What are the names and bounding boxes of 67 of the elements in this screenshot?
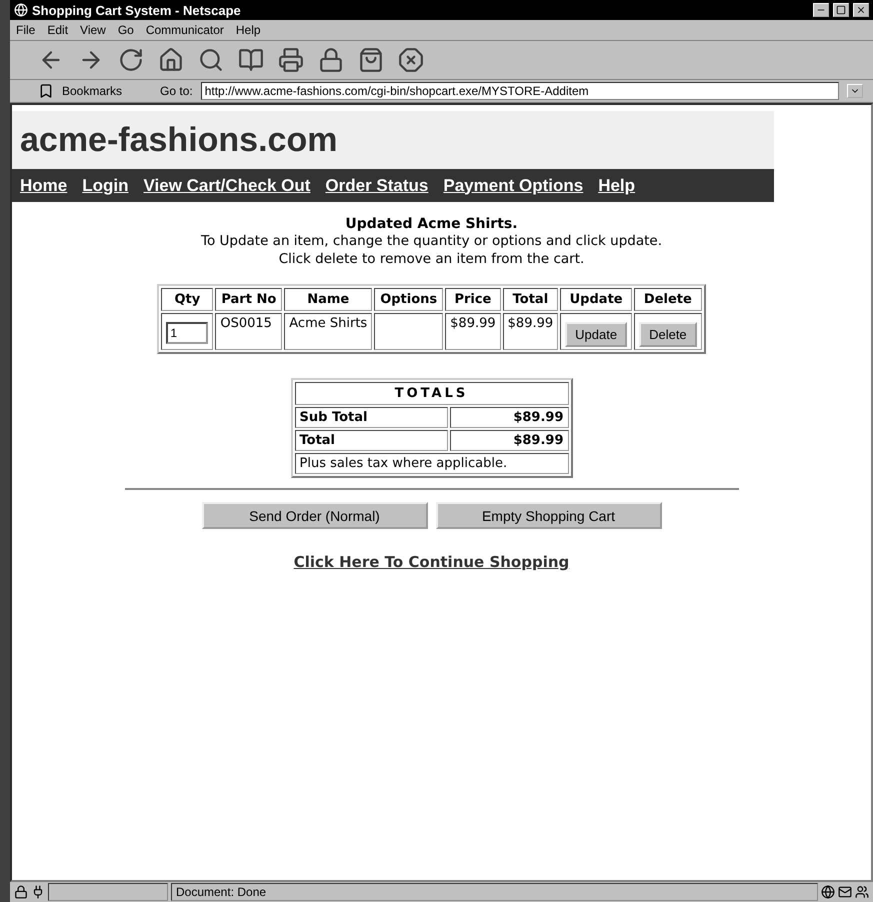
table-cell: Acme Shirts — [284, 313, 372, 350]
nav-link[interactable]: Payment Options — [443, 176, 584, 196]
close-icon — [856, 5, 866, 15]
bookmark-icon[interactable] — [38, 83, 54, 99]
maximize-icon — [836, 5, 846, 15]
bag-icon[interactable] — [358, 47, 384, 73]
table-cell — [374, 313, 444, 350]
totals-title: TOTALS — [294, 382, 568, 405]
empty-cart-button[interactable]: Empty Shopping Cart — [436, 502, 662, 529]
plug-icon — [31, 885, 45, 899]
book-icon[interactable] — [238, 47, 264, 73]
nav-link[interactable]: Login — [82, 176, 128, 196]
menu-item[interactable]: Edit — [47, 23, 68, 37]
lock-icon[interactable] — [318, 47, 344, 73]
people-icon[interactable] — [855, 885, 869, 899]
table-cell: $89.99 — [445, 313, 501, 350]
window-title: Shopping Cart System - Netscape — [32, 2, 242, 18]
print-icon[interactable] — [278, 47, 304, 73]
bookmarks-button[interactable]: Bookmarks — [62, 84, 122, 98]
column-header: Price — [445, 288, 501, 311]
menu-item[interactable]: Help — [236, 23, 261, 37]
continue-shopping-link[interactable]: Click Here To Continue Shopping — [294, 553, 570, 571]
message-text: To Update an item, change the quantity or options and click update. — [201, 232, 662, 250]
column-header: Part No — [215, 288, 282, 311]
send-order-button[interactable]: Send Order (Normal) — [202, 502, 428, 529]
column-header: Qty — [161, 288, 214, 311]
menu-item[interactable]: Go — [118, 23, 134, 37]
home-icon[interactable] — [158, 47, 184, 73]
lock-icon[interactable] — [14, 885, 28, 899]
nav-link[interactable]: Home — [20, 176, 68, 196]
status-text: Document: Done — [171, 883, 818, 901]
nav-link[interactable]: Help — [598, 176, 636, 196]
minimize-button[interactable] — [813, 3, 829, 17]
goto-label: Go to: — [160, 84, 193, 98]
message-title: Updated Acme Shirts. — [345, 216, 518, 232]
stop-icon[interactable] — [398, 47, 424, 73]
delete-button[interactable]: Delete — [639, 322, 697, 347]
quantity-field[interactable]: 1 — [166, 322, 208, 344]
mail-icon[interactable] — [838, 885, 852, 899]
menu-item[interactable]: View — [80, 23, 106, 37]
app-icon — [14, 3, 28, 17]
nav-link[interactable]: Order Status — [325, 176, 428, 196]
totals-label: Sub Total — [294, 407, 448, 428]
column-header: Name — [284, 288, 372, 311]
column-header: Options — [374, 288, 444, 311]
column-header: Update — [560, 288, 632, 311]
tax-note: Plus sales tax where applicable. — [294, 453, 568, 474]
reload-icon[interactable] — [118, 47, 144, 73]
table-cell: OS0015 — [215, 313, 282, 350]
maximize-button[interactable] — [833, 3, 849, 17]
url-field[interactable]: http://www.acme-fashions.com/cgi-bin/shopcart.exe/MYSTORE-Additem — [200, 82, 839, 100]
totals-value: $89.99 — [450, 430, 568, 451]
site-logo: acme-fashions.com — [20, 120, 338, 160]
message-text: Click delete to remove an item from the cart. — [278, 250, 584, 268]
menu-item[interactable]: Communicator — [146, 23, 224, 37]
column-header: Total — [502, 288, 558, 311]
menu-item[interactable]: File — [16, 23, 36, 37]
search-icon[interactable] — [198, 47, 224, 73]
table-cell: $89.99 — [502, 313, 558, 350]
totals-label: Total — [294, 430, 448, 451]
globe-icon[interactable] — [821, 885, 835, 899]
column-header: Delete — [634, 288, 702, 311]
close-button[interactable] — [853, 3, 869, 17]
dropdown-button[interactable] — [847, 84, 863, 98]
totals-value: $89.99 — [450, 407, 568, 428]
nav-link[interactable]: View Cart/Check Out — [144, 176, 310, 196]
update-button[interactable]: Update — [565, 322, 628, 347]
